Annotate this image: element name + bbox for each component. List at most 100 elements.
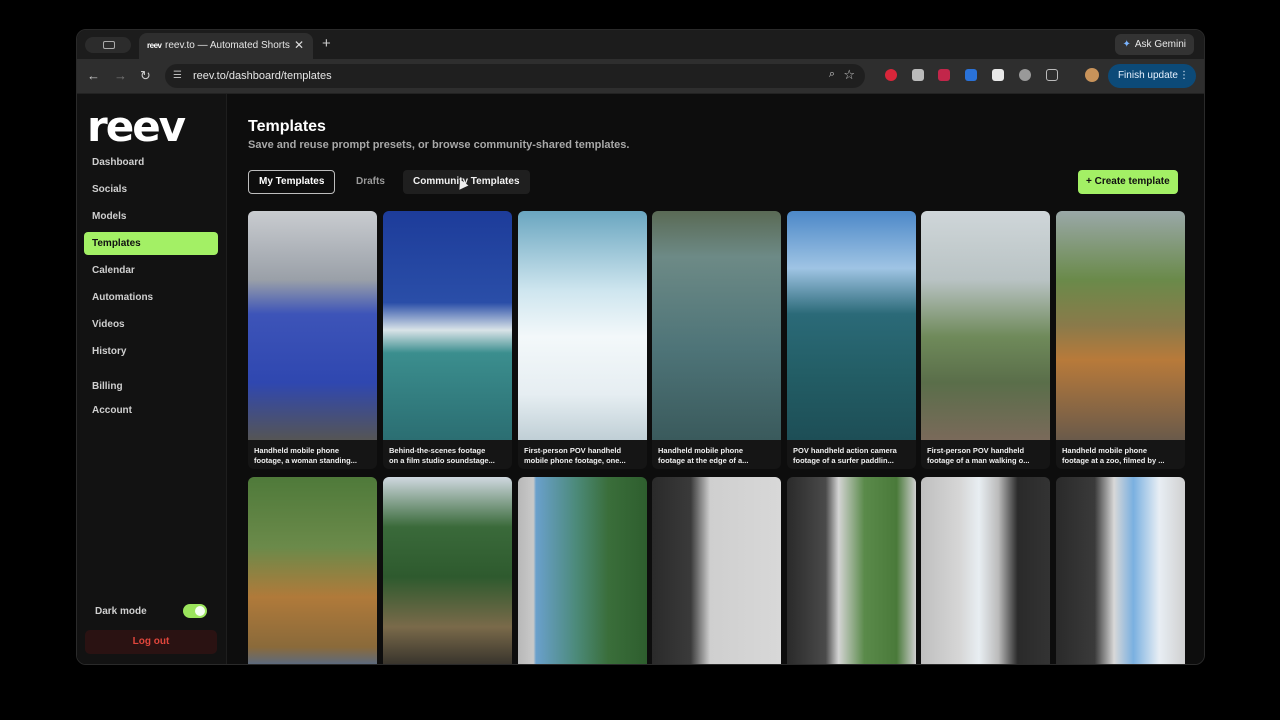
template-card[interactable] (1056, 477, 1185, 664)
caption-line: First-person POV handheld (524, 446, 622, 455)
caption-line: mobile phone footage, one... (524, 456, 626, 465)
template-caption: Behind-the-scenes footage on a film studi… (389, 446, 507, 466)
caption-line: POV handheld action camera (793, 446, 897, 455)
template-caption: POV handheld action camera footage of a s… (793, 446, 911, 466)
dark-mode-label: Dark mode (95, 606, 147, 617)
tab-title: reev.to — Automated Shorts (165, 40, 290, 51)
ask-gemini-label: Ask Gemini (1134, 39, 1186, 50)
template-caption: Handheld mobile phone footage at a zoo, f… (1062, 446, 1180, 466)
toggle-knob (195, 606, 205, 616)
template-card[interactable]: Handheld mobile phone footage at a zoo, f… (1056, 211, 1185, 469)
site-info-icon[interactable]: ☰ (173, 70, 182, 81)
browser-tab-active[interactable]: reev reev.to — Automated Shorts ✕ (139, 33, 313, 59)
bookmark-star-icon[interactable]: ☆ (843, 67, 855, 83)
extension-grid-icon[interactable] (912, 69, 924, 81)
ask-gemini-button[interactable]: ✦ Ask Gemini (1115, 34, 1194, 55)
caption-line: footage of a man walking o... (927, 456, 1030, 465)
thumbnail-studio-wave (383, 211, 512, 440)
thumbnail-foggy-trail (921, 211, 1050, 440)
sidebar-item-models[interactable]: Models (84, 205, 218, 228)
thumbnail-plane-window-jungle (787, 477, 916, 664)
browser-toolbar: ← → ↻ ☰ reev.to/dashboard/templates ⌕ ☆ … (77, 59, 1204, 94)
sidebar-item-history[interactable]: History (84, 340, 218, 363)
app-body: reev Dashboard Socials Models Templates … (77, 94, 1204, 664)
sidebar-item-account[interactable]: Account (84, 399, 218, 422)
extension-red-icon[interactable] (885, 69, 897, 81)
thumbnail-helicopter-river (383, 477, 512, 664)
sidebar-item-socials[interactable]: Socials (84, 178, 218, 201)
template-card[interactable]: Handheld mobile phone footage, a woman st… (248, 211, 377, 469)
gemini-sparkle-icon: ✦ (1122, 39, 1131, 50)
template-card[interactable]: First-person POV handheld footage of a ma… (921, 211, 1050, 469)
template-card[interactable] (787, 477, 916, 664)
tab-drafts[interactable]: Drafts (346, 170, 395, 194)
caption-line: Behind-the-scenes footage (389, 446, 486, 455)
more-menu-icon[interactable]: ⋮ (1179, 64, 1189, 88)
thumbnail-plane-window-clouds (921, 477, 1050, 664)
template-card[interactable] (518, 477, 647, 664)
thumbnail-zoo-tiger (1056, 211, 1185, 440)
sidebar-item-automations[interactable]: Automations (84, 286, 218, 309)
tab-search-button[interactable] (85, 37, 131, 53)
reload-icon[interactable]: ↻ (140, 68, 151, 84)
template-card[interactable]: POV handheld action camera footage of a s… (787, 211, 916, 469)
caption-line: footage of a surfer paddlin... (793, 456, 894, 465)
profile-avatar-icon[interactable] (1085, 68, 1099, 82)
template-card[interactable]: Handheld mobile phone footage at the edge… (652, 211, 781, 469)
template-caption: Handheld mobile phone footage at the edge… (658, 446, 776, 466)
thumbnail-ice-pov (518, 211, 647, 440)
main-content: Templates Save and reuse prompt presets,… (227, 94, 1204, 664)
template-card[interactable]: First-person POV handheld mobile phone fo… (518, 211, 647, 469)
caption-line: on a film studio soundstage... (389, 456, 495, 465)
dark-mode-toggle[interactable] (183, 604, 207, 618)
template-card[interactable] (652, 477, 781, 664)
sidebar: reev Dashboard Socials Models Templates … (77, 94, 227, 664)
logout-button[interactable]: Log out (85, 630, 217, 654)
extension-m-icon[interactable] (992, 69, 1004, 81)
extension-drop-icon[interactable] (1019, 69, 1031, 81)
caption-line: Handheld mobile phone (254, 446, 340, 455)
caption-line: First-person POV handheld (927, 446, 1025, 455)
close-tab-icon[interactable]: ✕ (294, 38, 304, 52)
sidebar-item-dashboard[interactable]: Dashboard (84, 151, 218, 174)
thumbnail-plane-window-woman (652, 477, 781, 664)
create-template-button[interactable]: + Create template (1078, 170, 1178, 194)
sidebar-item-videos[interactable]: Videos (84, 313, 218, 336)
forward-arrow-icon[interactable]: → (114, 68, 127, 83)
caption-line: footage at a zoo, filmed by ... (1062, 456, 1165, 465)
extension-blue-icon[interactable] (965, 69, 977, 81)
thumbnail-water-edge (652, 211, 781, 440)
sidebar-item-billing[interactable]: Billing (84, 375, 218, 398)
reev-logo[interactable]: reev (87, 102, 186, 152)
tab-strip: reev reev.to — Automated Shorts ✕ + ✦ Ask… (77, 30, 1204, 59)
template-caption: First-person POV handheld footage of a ma… (927, 446, 1045, 466)
thumbnail-tiger-fence (248, 477, 377, 664)
thumbnail-plane-mountains (518, 477, 647, 664)
new-tab-button[interactable]: + (322, 35, 331, 52)
template-card[interactable] (921, 477, 1050, 664)
finish-update-button[interactable]: Finish update ⋮ (1107, 64, 1196, 88)
template-caption: First-person POV handheld mobile phone fo… (524, 446, 642, 466)
template-card[interactable] (248, 477, 377, 664)
template-card[interactable]: Behind-the-scenes footage on a film studi… (383, 211, 512, 469)
extension-pink-icon[interactable] (938, 69, 950, 81)
thumbnail-plane-window-sky (1056, 477, 1185, 664)
caption-line: Handheld mobile phone (658, 446, 744, 455)
zoom-icon[interactable]: ⌕ (829, 68, 835, 81)
page-title: Templates (248, 118, 326, 135)
sidebar-item-templates[interactable]: Templates (84, 232, 218, 255)
back-arrow-icon[interactable]: ← (87, 68, 100, 83)
thumbnail-gym-woman (248, 211, 377, 440)
address-bar[interactable]: ☰ reev.to/dashboard/templates ⌕ ☆ (165, 64, 865, 88)
template-card[interactable] (383, 477, 512, 664)
tab-my-templates[interactable]: My Templates (248, 170, 336, 194)
caption-line: footage, a woman standing... (254, 456, 357, 465)
caption-line: Handheld mobile phone (1062, 446, 1148, 455)
url-text[interactable]: reev.to/dashboard/templates (193, 70, 332, 82)
extensions-puzzle-icon[interactable] (1046, 69, 1058, 81)
reev-favicon-icon: reev (147, 41, 162, 50)
tab-group-icon (103, 41, 115, 49)
template-caption: Handheld mobile phone footage, a woman st… (254, 446, 372, 466)
sidebar-item-calendar[interactable]: Calendar (84, 259, 218, 282)
templates-grid: Handheld mobile phone footage, a woman st… (248, 211, 1185, 664)
